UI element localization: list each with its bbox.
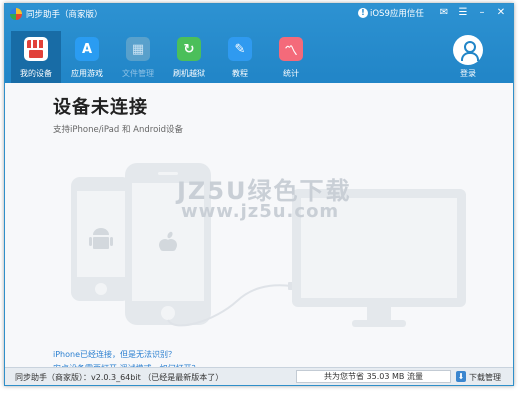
- refresh-icon: ↻: [177, 37, 201, 61]
- main-content: 设备未连接 支持iPhone/iPad 和 Android设备 JZ5U绿色下载…: [5, 83, 513, 373]
- window-controls: ✉ ☰ – ✕: [438, 7, 507, 19]
- version-text: 同步助手（商家版）：v2.0.3_64bit （已经是最新版本了）: [15, 373, 224, 382]
- login-label[interactable]: 登录: [448, 68, 488, 79]
- title-bar: 同步助手（商家版） ! iOS9应用信任 ✉ ☰ – ✕: [5, 4, 513, 24]
- app-window: 同步助手（商家版） ! iOS9应用信任 ✉ ☰ – ✕ 我的设备 A 应用游戏: [4, 3, 514, 386]
- message-icon[interactable]: ✉: [438, 7, 450, 19]
- nav-label: 应用游戏: [71, 69, 103, 78]
- folder-icon: ▦: [126, 37, 150, 61]
- nav-flash-jailbreak[interactable]: ↻ 刷机越狱: [164, 31, 214, 83]
- login-avatar-icon[interactable]: [453, 35, 483, 65]
- close-icon[interactable]: ✕: [495, 7, 507, 19]
- nav-label: 统计: [283, 69, 299, 78]
- main-nav: 我的设备 A 应用游戏 ▦ 文件管理 ↻ 刷机越狱 ✎ 教程 〽 统计: [11, 31, 317, 83]
- info-icon: !: [358, 8, 368, 18]
- page-subtitle: 支持iPhone/iPad 和 Android设备: [53, 125, 184, 135]
- ios-trust-label: iOS9应用信任: [370, 9, 424, 19]
- store-icon: [24, 37, 48, 61]
- ios-trust-button[interactable]: ! iOS9应用信任: [358, 7, 424, 19]
- download-icon[interactable]: ⬇: [456, 371, 466, 382]
- download-manager-button[interactable]: 下载管理: [469, 372, 501, 383]
- status-bar: 同步助手（商家版）：v2.0.3_64bit （已经是最新版本了） 共为您节省 …: [5, 367, 513, 385]
- nav-label: 教程: [232, 69, 248, 78]
- chart-icon: 〽: [279, 37, 303, 61]
- nav-apps-games[interactable]: A 应用游戏: [62, 31, 112, 83]
- feather-icon: ✎: [228, 37, 252, 61]
- app-logo-icon: [10, 8, 22, 20]
- menu-icon[interactable]: ☰: [457, 7, 469, 19]
- nav-label: 文件管理: [122, 69, 154, 78]
- app-store-icon: A: [75, 37, 99, 61]
- nav-tutorials[interactable]: ✎ 教程: [215, 31, 265, 83]
- nav-label: 我的设备: [20, 69, 52, 78]
- app-title: 同步助手（商家版）: [26, 10, 103, 20]
- nav-my-device[interactable]: 我的设备: [11, 31, 61, 83]
- help-link-iphone[interactable]: iPhone已经连接，但是无法识别？: [53, 349, 176, 360]
- traffic-saved-box: 共为您节省 35.03 MB 流量: [296, 370, 451, 383]
- nav-file-manager[interactable]: ▦ 文件管理: [113, 31, 163, 83]
- nav-label: 刷机越狱: [173, 69, 205, 78]
- nav-statistics[interactable]: 〽 统计: [266, 31, 316, 83]
- watermark-url: www.jz5u.com: [181, 201, 340, 222]
- minimize-icon[interactable]: –: [476, 7, 488, 19]
- page-title: 设备未连接: [53, 97, 148, 118]
- header: 同步助手（商家版） ! iOS9应用信任 ✉ ☰ – ✕ 我的设备 A 应用游戏: [5, 4, 513, 83]
